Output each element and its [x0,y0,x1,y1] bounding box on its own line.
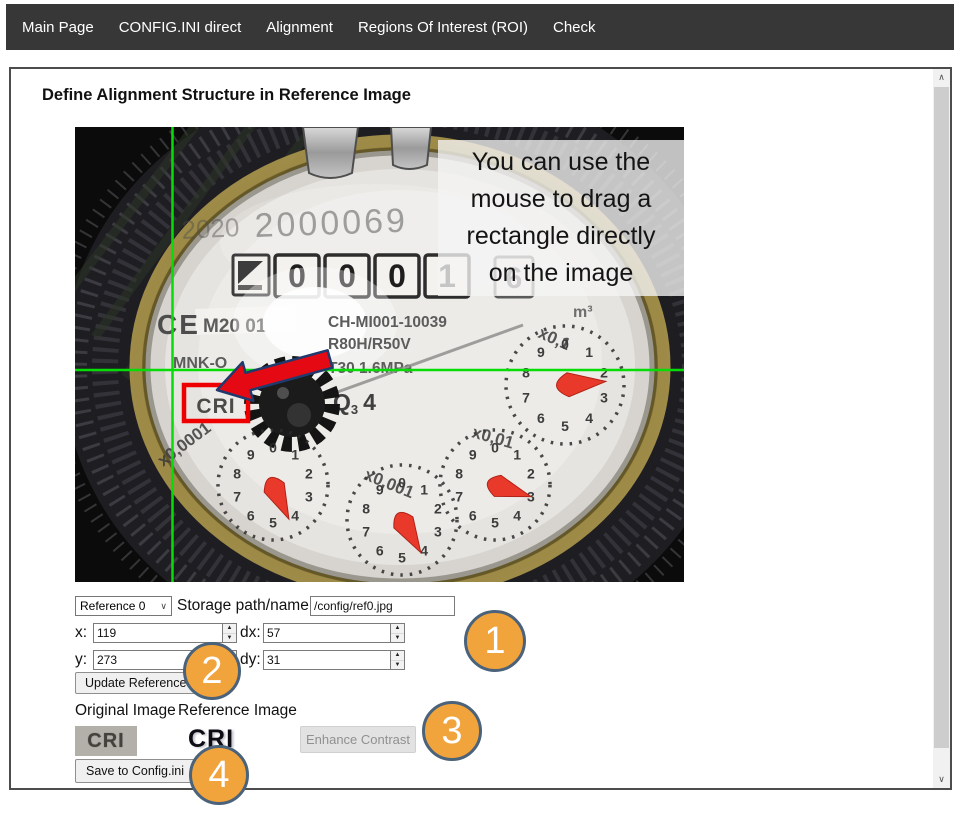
svg-text:1: 1 [291,447,299,463]
svg-text:5: 5 [269,515,277,531]
step-badge-4: 4 [189,745,249,805]
dy-input[interactable] [263,650,390,670]
svg-text:0: 0 [388,258,406,294]
spinner-down-icon[interactable]: ▼ [391,661,404,670]
svg-text:2: 2 [434,500,442,516]
nav-roi[interactable]: Regions Of Interest (ROI) [358,19,528,36]
y-label: y: [75,650,87,670]
nav-main-page[interactable]: Main Page [22,19,94,36]
spinner-up-icon[interactable]: ▲ [223,624,236,634]
hint-line: mouse to drag a [438,181,684,218]
svg-text:R80H/R50V: R80H/R50V [328,336,411,353]
svg-text:3: 3 [434,524,442,540]
original-image-thumb: CRI [75,726,137,756]
enhance-contrast-button[interactable]: Enhance Contrast [300,726,416,753]
svg-text:2: 2 [600,364,608,380]
reference-select[interactable]: Reference 0 ∨ [75,596,172,616]
cri-mark-text: CRI [196,395,235,418]
page-title: Define Alignment Structure in Reference … [42,86,411,105]
spinner-down-icon[interactable]: ▼ [223,634,236,643]
svg-text:5: 5 [561,418,569,434]
svg-text:3: 3 [600,390,608,406]
svg-text:1: 1 [513,447,521,463]
hint-line: You can use the [438,144,684,181]
svg-text:1: 1 [420,482,428,498]
x-spinner[interactable]: ▲▼ [222,623,237,643]
svg-text:3: 3 [305,489,313,505]
svg-text:7: 7 [522,390,530,406]
reference-select-value: Reference 0 [80,599,145,613]
original-image-label: Original Image [75,701,176,721]
svg-text:4: 4 [585,410,593,426]
svg-text:9: 9 [537,344,545,360]
chevron-down-icon: ∨ [160,601,167,612]
svg-text:4: 4 [513,508,521,524]
svg-text:6: 6 [469,508,477,524]
content-frame: Define Alignment Structure in Reference … [9,67,952,790]
svg-text:0: 0 [269,439,277,455]
x-label: x: [75,623,87,643]
svg-text:9: 9 [469,447,477,463]
spinner-up-icon[interactable]: ▲ [391,651,404,661]
step-badge-2: 2 [183,642,241,700]
svg-text:2020: 2020 [181,212,240,245]
nav-alignment[interactable]: Alignment [266,19,333,36]
svg-text:CH-MI001-10039: CH-MI001-10039 [328,314,447,331]
svg-text:2: 2 [305,465,313,481]
svg-text:8: 8 [522,364,530,380]
scroll-up-icon[interactable]: ∧ [933,69,950,86]
x-input[interactable] [93,623,222,643]
spinner-up-icon[interactable]: ▲ [391,624,404,634]
svg-text:1: 1 [585,344,593,360]
scroll-down-icon[interactable]: ∨ [933,771,950,788]
drag-hint-overlay: You can use the mouse to drag a rectangl… [438,140,684,296]
svg-text:7: 7 [362,524,370,540]
svg-text:7: 7 [455,489,463,505]
svg-text:8: 8 [455,465,463,481]
svg-text:6: 6 [247,508,255,524]
svg-text:5: 5 [398,550,406,566]
reference-image-label: Reference Image [178,701,297,721]
storage-path-input[interactable] [310,596,455,616]
svg-text:8: 8 [233,465,241,481]
update-reference-button[interactable]: Update Reference [75,672,196,694]
hint-line: rectangle directly [438,218,684,255]
top-nav: Main Page CONFIG.INI direct Alignment Re… [6,4,954,50]
dx-label: dx: [240,623,261,643]
svg-text:4: 4 [420,543,428,559]
frame-scrollbar[interactable]: ∧ ∨ [933,69,950,788]
dy-label: dy: [240,650,261,670]
svg-text:2000069: 2000069 [254,202,409,245]
storage-path-label: Storage path/name: [177,596,313,616]
svg-text:4: 4 [291,508,299,524]
svg-text:5: 5 [491,515,499,531]
hint-line: on the image [438,255,684,292]
svg-text:6: 6 [376,543,384,559]
dx-spinner[interactable]: ▲▼ [390,623,405,643]
unit-label: m³ [573,304,593,321]
step-badge-1: 1 [464,610,526,672]
svg-text:6: 6 [537,410,545,426]
svg-text:9: 9 [247,447,255,463]
reference-image-canvas[interactable]: 2020 2000069 0 0 0 1 6 m³ [75,127,684,582]
svg-text:2: 2 [527,465,535,481]
step-badge-3: 3 [422,701,482,761]
spinner-down-icon[interactable]: ▼ [391,634,404,643]
nav-config-ini[interactable]: CONFIG.INI direct [119,19,242,36]
svg-text:7: 7 [233,489,241,505]
save-to-config-button[interactable]: Save to Config.ini [75,759,195,783]
dx-input[interactable] [263,623,390,643]
nav-check[interactable]: Check [553,19,596,36]
scrollbar-thumb[interactable] [934,87,949,748]
svg-text:8: 8 [362,500,370,516]
dy-spinner[interactable]: ▲▼ [390,650,405,670]
svg-text:CE: CE [157,309,200,340]
